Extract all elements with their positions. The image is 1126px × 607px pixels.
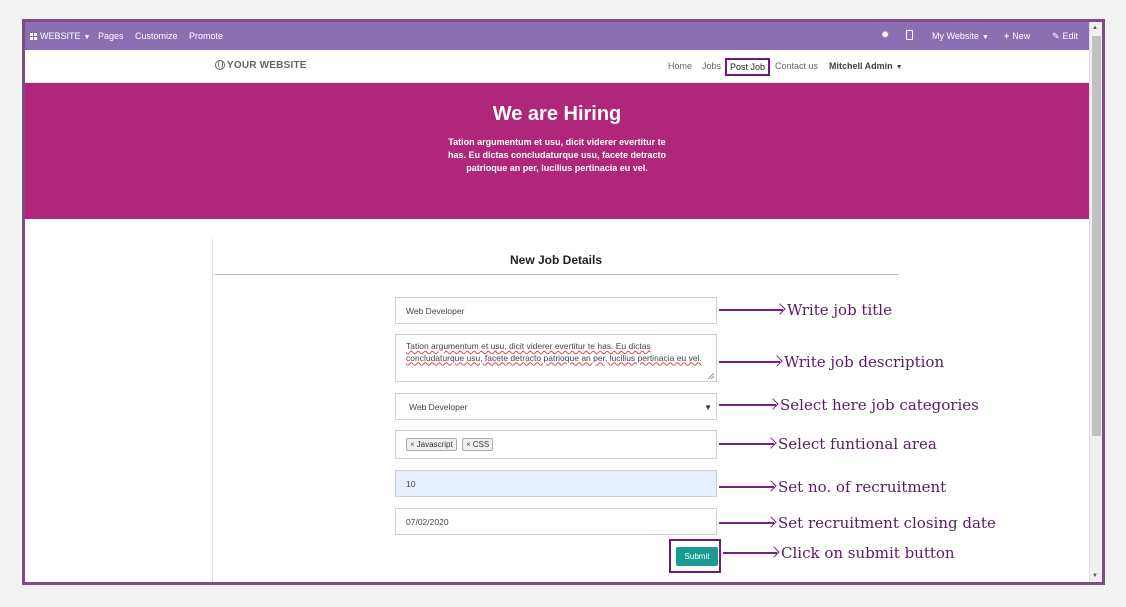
user-menu[interactable]: Mitchell Admin ▼ [829, 61, 903, 71]
arrow-icon [719, 404, 776, 406]
caret-down-icon: ▼ [83, 34, 91, 41]
closing-date-input[interactable]: 07/02/2020 [395, 508, 717, 535]
arrow-icon [723, 552, 777, 554]
annotation-job-categories: Select here job categories [719, 395, 979, 414]
recruitment-count-input[interactable]: 10 [395, 470, 717, 497]
mobile-preview-button[interactable] [906, 30, 913, 42]
nav-contact-us[interactable]: Contact us [775, 61, 818, 71]
promote-menu[interactable]: Promote [189, 31, 223, 41]
nav-post-job[interactable]: Post Job [725, 58, 771, 76]
nav-jobs[interactable]: Jobs [702, 61, 721, 71]
scroll-up-icon[interactable]: ▲ [1092, 25, 1098, 31]
pages-menu[interactable]: Pages [98, 31, 124, 41]
description-text: Tation argumentum et usu, dicit viderer … [406, 341, 702, 363]
caret-down-icon: ▼ [981, 34, 989, 41]
dropdown-arrow-icon: ▼ [704, 403, 712, 412]
annotation-functional-area: Select funtional area [719, 434, 937, 453]
customize-menu[interactable]: Customize [135, 31, 178, 41]
job-title-input[interactable]: Web Developer [395, 297, 717, 324]
admin-topbar: WEBSITE ▼ Pages Customize Promote ✹ My We… [25, 22, 1089, 50]
nav-home[interactable]: Home [668, 61, 692, 71]
caret-down-icon: ▼ [895, 64, 903, 71]
job-category-select[interactable]: Web Developer ▼ [395, 393, 717, 420]
tag-css: × CSS [462, 438, 494, 451]
submit-highlight: Submit [669, 539, 721, 573]
tag-javascript: × Javascript [406, 438, 457, 451]
arrow-icon [719, 486, 774, 488]
browser-frame: WEBSITE ▼ Pages Customize Promote ✹ My We… [22, 19, 1105, 585]
plus-icon: + [1004, 31, 1010, 41]
arrow-icon [719, 443, 774, 445]
bug-icon[interactable]: ✹ [881, 30, 889, 41]
annotation-recruitment: Set no. of recruitment [719, 477, 946, 496]
arrow-icon [719, 309, 783, 311]
resize-handle-icon[interactable] [708, 373, 714, 379]
apps-grid-icon [30, 33, 38, 40]
scroll-down-icon[interactable]: ▼ [1092, 573, 1098, 579]
arrow-icon [719, 522, 774, 524]
arrow-icon [719, 361, 780, 363]
panel-divider [212, 239, 213, 582]
site-navbar: YOUR WEBSITE Home Jobs Post Job Contact … [25, 50, 1089, 83]
job-description-textarea[interactable]: Tation argumentum et usu, dicit viderer … [395, 334, 717, 382]
website-menu[interactable]: WEBSITE ▼ [30, 31, 90, 41]
functional-area-input[interactable]: × Javascript × CSS [395, 430, 717, 459]
annotation-job-description: Write job description [719, 352, 944, 371]
remove-tag-icon[interactable]: × [466, 440, 471, 449]
annotation-closing-date: Set recruitment closing date [719, 513, 996, 532]
annotation-submit: Click on submit button [723, 543, 955, 562]
submit-button[interactable]: Submit [676, 547, 718, 566]
form-title: New Job Details [509, 253, 603, 267]
my-website-menu[interactable]: My Website ▼ [932, 31, 989, 41]
scroll-thumb[interactable] [1092, 36, 1101, 436]
remove-tag-icon[interactable]: × [410, 440, 415, 449]
form-title-divider [215, 274, 899, 275]
hero-banner: We are Hiring Tation argumentum et usu, … [25, 83, 1089, 219]
site-logo[interactable]: YOUR WEBSITE [215, 60, 307, 71]
hero-title: We are Hiring [492, 103, 622, 125]
annotation-job-title: Write job title [719, 300, 892, 319]
edit-button[interactable]: ✎ Edit [1052, 31, 1078, 42]
globe-icon [215, 60, 225, 70]
mobile-icon [906, 30, 913, 40]
selected-category: Web Developer [409, 402, 468, 412]
hero-text: Tation argumentum et usu, dicit viderer … [447, 137, 667, 173]
page-scrollbar[interactable]: ▲ ▼ [1089, 22, 1102, 582]
pencil-icon: ✎ [1052, 31, 1060, 41]
new-button[interactable]: + New [1004, 31, 1030, 41]
